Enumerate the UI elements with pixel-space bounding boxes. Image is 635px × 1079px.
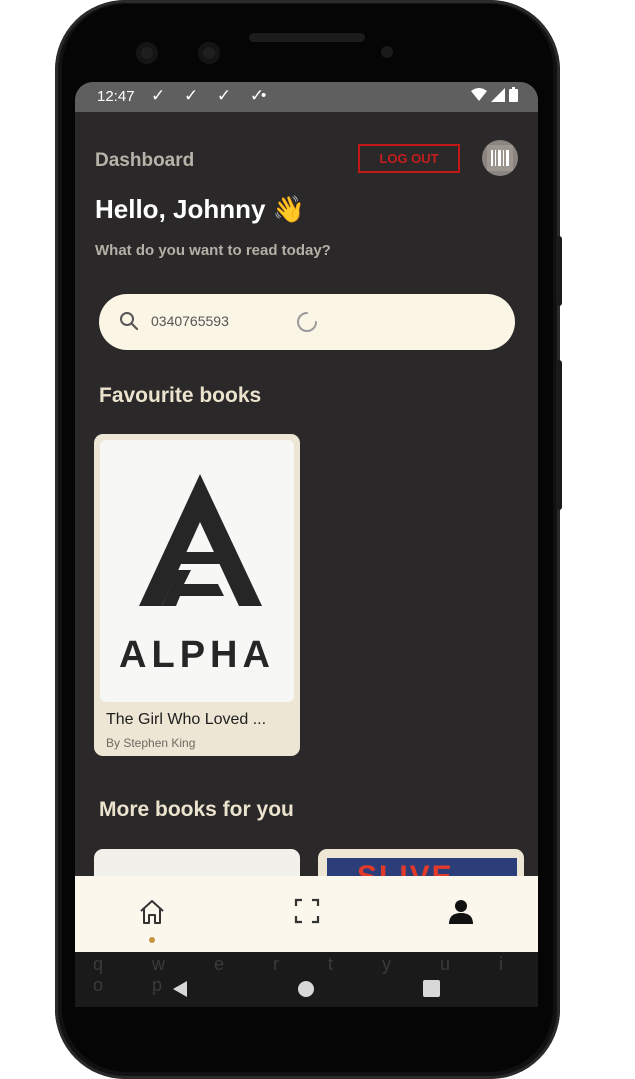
signal-icon [491, 87, 505, 102]
front-camera-icon [198, 42, 220, 64]
status-time: 12:47 [97, 88, 135, 105]
battery-icon [509, 87, 518, 102]
book-title: The Girl Who Loved ... [106, 711, 267, 728]
book-cover: ALPHA [100, 440, 294, 702]
notification-icons: ✓ ✓ ✓ ✓ [151, 86, 272, 105]
search-icon [120, 312, 139, 331]
notification-dot: • [261, 87, 267, 104]
active-nav-indicator [149, 937, 155, 943]
page-title: Dashboard [95, 150, 195, 171]
system-status-icons [471, 87, 518, 102]
proximity-sensor [381, 46, 393, 58]
favourite-books-heading: Favourite books [99, 384, 262, 407]
home-circle-icon[interactable] [297, 980, 315, 998]
barcode-avatar-icon [487, 145, 513, 171]
system-nav-bar [75, 974, 538, 1004]
volume-button [556, 360, 562, 510]
search-input[interactable] [151, 307, 291, 335]
book-author: By Stephen King [106, 736, 196, 750]
earpiece-speaker [249, 33, 365, 42]
home-icon[interactable] [138, 898, 166, 926]
bottom-nav [75, 876, 538, 952]
book-card[interactable]: ALPHA The Girl Who Loved ... By Stephen … [94, 434, 300, 756]
wifi-icon [471, 87, 487, 101]
status-bar: 12:47 ✓ ✓ ✓ ✓ • [75, 82, 538, 112]
app-screen: 12:47 ✓ ✓ ✓ ✓ • Dashboard LOG OUT Hello,… [75, 82, 538, 1007]
logout-button[interactable]: LOG OUT [358, 144, 460, 173]
loading-spinner-icon [297, 312, 317, 332]
avatar[interactable] [482, 140, 518, 176]
front-camera-icon [136, 42, 158, 64]
recents-icon[interactable] [423, 980, 440, 997]
power-button [556, 236, 562, 306]
search-bar[interactable] [99, 294, 515, 350]
greeting-title: Hello, Johnny 👋 [95, 194, 306, 224]
profile-icon[interactable] [448, 898, 474, 924]
scan-icon[interactable] [294, 898, 320, 924]
greeting-subtitle: What do you want to read today? [95, 242, 331, 259]
book-cover-text: ALPHA [119, 634, 275, 676]
alpha-logo-icon [139, 474, 262, 606]
more-books-heading: More books for you [99, 798, 294, 821]
back-icon[interactable] [171, 980, 189, 998]
